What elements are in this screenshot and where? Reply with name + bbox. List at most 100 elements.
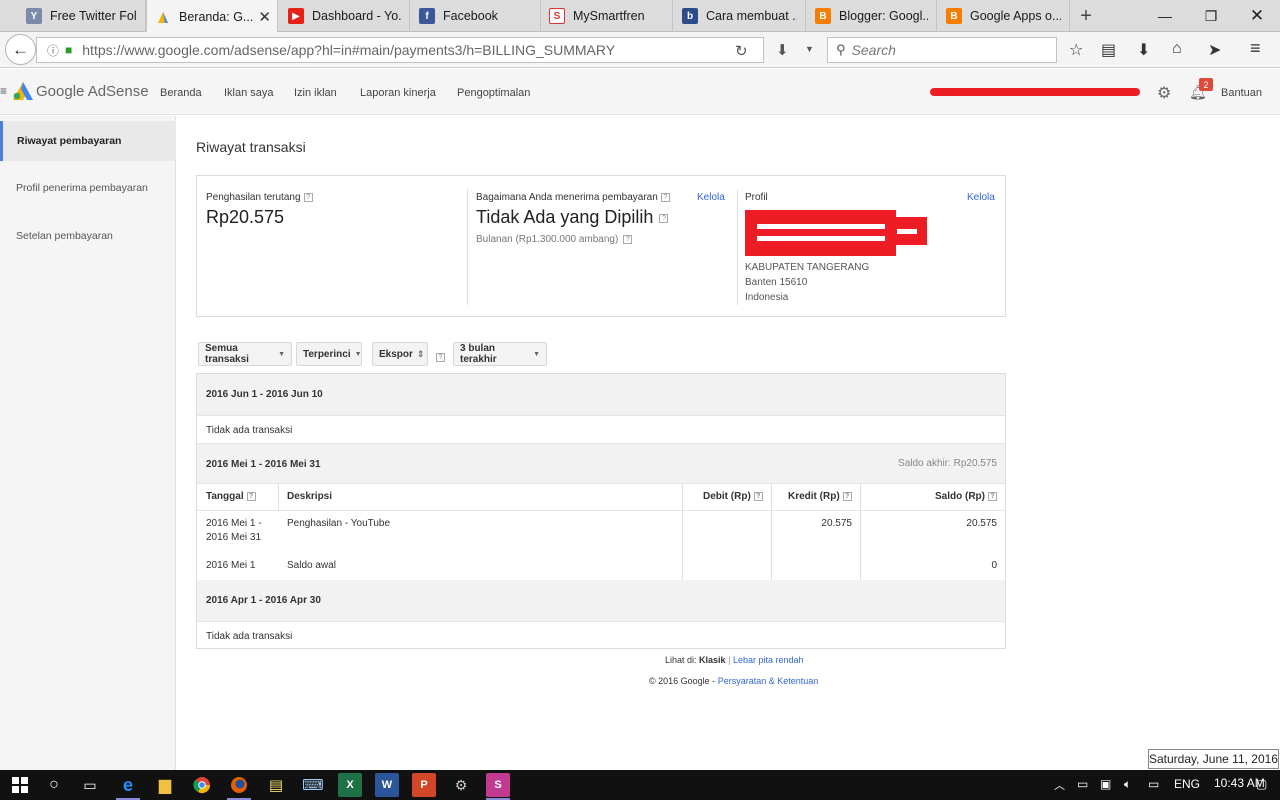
export-dropdown[interactable]: Ekspor ⇕ [372,342,428,366]
facebook-icon: f [419,8,435,24]
notification-badge[interactable]: 2 [1199,78,1213,91]
tab-youtube-dashboard[interactable]: ▶ Dashboard - Yo... [280,0,410,32]
app-icon[interactable]: ⚙ [449,773,473,797]
notification-center-icon[interactable]: ▢ [1256,777,1267,791]
help-icon[interactable]: ? [753,491,763,501]
adsense-logo-text[interactable]: Google AdSense [36,83,149,100]
tab-blogger[interactable]: B Blogger: Googl... [807,0,937,32]
divider [467,189,468,305]
tab-google-apps[interactable]: B Google Apps o... [938,0,1070,32]
download-icon[interactable]: ⬇ [776,41,789,59]
search-input[interactable]: ⚲ Search [827,37,1057,63]
transaction-type-dropdown[interactable]: Semua transaksi ▼ [198,342,292,366]
excel-icon[interactable]: X [338,773,362,797]
chevron-down-icon: ▼ [533,350,540,358]
row-divider [197,510,1005,511]
detail-level-dropdown[interactable]: Terperinci ▼ [296,342,362,366]
browser-tab-bar: Y Free Twitter Fol... Beranda: G... ✕ ▶ … [0,0,1280,33]
url-text[interactable]: https://www.google.com/adsense/app?hl=in… [82,42,615,58]
gear-icon[interactable]: ⚙ [1157,83,1171,103]
help-icon[interactable]: ? [660,192,670,202]
tab-free-twitter[interactable]: Y Free Twitter Fol... [18,0,146,32]
chevron-down-icon: ▼ [354,350,362,358]
sidebar-item-riwayat-pembayaran[interactable]: Riwayat pembayaran [0,121,176,161]
network-icon[interactable]: ▣ [1100,777,1111,791]
help-icon[interactable]: ? [988,491,997,501]
url-bar[interactable]: ⓘ ■ https://www.google.com/adsense/app?h… [36,37,764,63]
message-icon[interactable]: ▭ [1148,777,1159,791]
profile-label: Profil [745,192,768,203]
tab-cara-membuat[interactable]: b Cara membuat ... [674,0,806,32]
help-link[interactable]: Bantuan [1221,87,1262,99]
firefox-icon[interactable] [227,773,251,800]
help-icon[interactable]: ? [303,192,313,202]
info-icon[interactable]: ⓘ [47,42,59,59]
row-description: Penghasilan - YouTube [287,518,391,529]
tab-facebook[interactable]: f Facebook [411,0,541,32]
date-range-dropdown[interactable]: 3 bulan terakhir ▼ [453,342,547,366]
chevron-up-icon[interactable]: ︿ [1054,777,1065,793]
back-button[interactable]: ← [5,34,36,65]
powerpoint-icon[interactable]: P [412,773,436,797]
tab-beranda-adsense[interactable]: Beranda: G... ✕ [146,0,278,33]
row-date: 2016 Mei 31 [206,532,262,543]
manage-payment-link[interactable]: Kelola [697,192,725,203]
reading-list-icon[interactable]: ▤ [1101,40,1116,60]
address-line: KABUPATEN TANGERANG [745,262,870,273]
help-icon[interactable]: ? [246,491,256,501]
sidebar-item-setelan-pembayaran[interactable]: Setelan pembayaran [0,216,176,256]
notes-icon[interactable]: ▤ [264,773,288,797]
home-icon[interactable]: ⌂ [1172,40,1182,58]
word-icon[interactable]: W [375,773,399,797]
chevron-down-icon[interactable]: ▼ [805,44,814,54]
send-icon[interactable]: ➤ [1208,40,1221,60]
battery-icon[interactable]: ▭ [1077,777,1088,791]
start-button[interactable] [8,773,32,797]
view-low-bandwidth-link[interactable]: Lebar pita rendah [733,655,804,665]
folder-icon[interactable]: ▆ [153,773,177,797]
sort-icon: ⇕ [416,348,425,359]
language-indicator[interactable]: ENG [1174,777,1200,791]
close-window-button[interactable]: ✕ [1234,0,1280,32]
task-view-icon[interactable]: ▭ [78,773,102,797]
address-line: Banten 15610 [745,277,808,288]
menu-icon[interactable]: ≡ [0,84,7,98]
nav-beranda[interactable]: Beranda [160,87,202,99]
nav-iklan-saya[interactable]: Iklan saya [224,87,274,99]
youtube-icon: ▶ [288,8,304,24]
empty-period-row: Tidak ada transaksi [197,415,1005,443]
close-tab-icon[interactable]: ✕ [258,8,271,26]
help-icon[interactable]: ? [623,234,633,244]
row-date: 2016 Mei 1 [206,560,256,571]
bookmark-star-icon[interactable]: ☆ [1069,40,1083,60]
help-icon[interactable]: ? [842,491,852,501]
restore-button[interactable]: ❐ [1188,0,1234,32]
keyboard-icon[interactable]: ⌨ [301,773,325,797]
help-icon[interactable]: ? [436,353,445,363]
chrome-icon[interactable] [190,773,214,797]
menu-icon[interactable]: ≡ [1250,38,1261,59]
tab-label: Beranda: G... [179,9,254,24]
view-mode-line: Lihat di: Klasik | Lebar pita rendah [665,655,804,665]
help-icon[interactable]: ? [659,213,669,223]
redacted-account-name [930,88,1140,96]
manage-profile-link[interactable]: Kelola [967,192,995,203]
terms-link[interactable]: Persyaratan & Ketentuan [718,676,819,686]
minimize-button[interactable]: — [1142,0,1188,32]
nav-laporan-kinerja[interactable]: Laporan kinerja [360,87,436,99]
adsense-icon [155,9,171,25]
edge-icon[interactable]: e [116,773,140,800]
reload-icon[interactable]: ↻ [735,42,748,60]
downloads-icon[interactable]: ⬇ [1137,40,1150,60]
view-classic-link[interactable]: Klasik [699,655,726,665]
new-tab-button[interactable]: + [1072,4,1100,28]
nav-pengoptimalan[interactable]: Pengoptimalan [457,87,530,99]
earnings-label: Penghasilan terutang? [206,192,313,203]
search-circle-icon[interactable]: ○ [42,773,66,797]
app-icon[interactable]: S [486,773,510,800]
tab-mysmartfren[interactable]: S MySmartfren [541,0,673,32]
volume-icon[interactable]: 🔈︎ [1124,777,1131,792]
nav-izin-iklan[interactable]: Izin iklan [294,87,337,99]
sidebar-item-profil-penerima[interactable]: Profil penerima pembayaran [0,168,176,208]
copyright-line: © 2016 Google - Persyaratan & Ketentuan [649,676,819,686]
